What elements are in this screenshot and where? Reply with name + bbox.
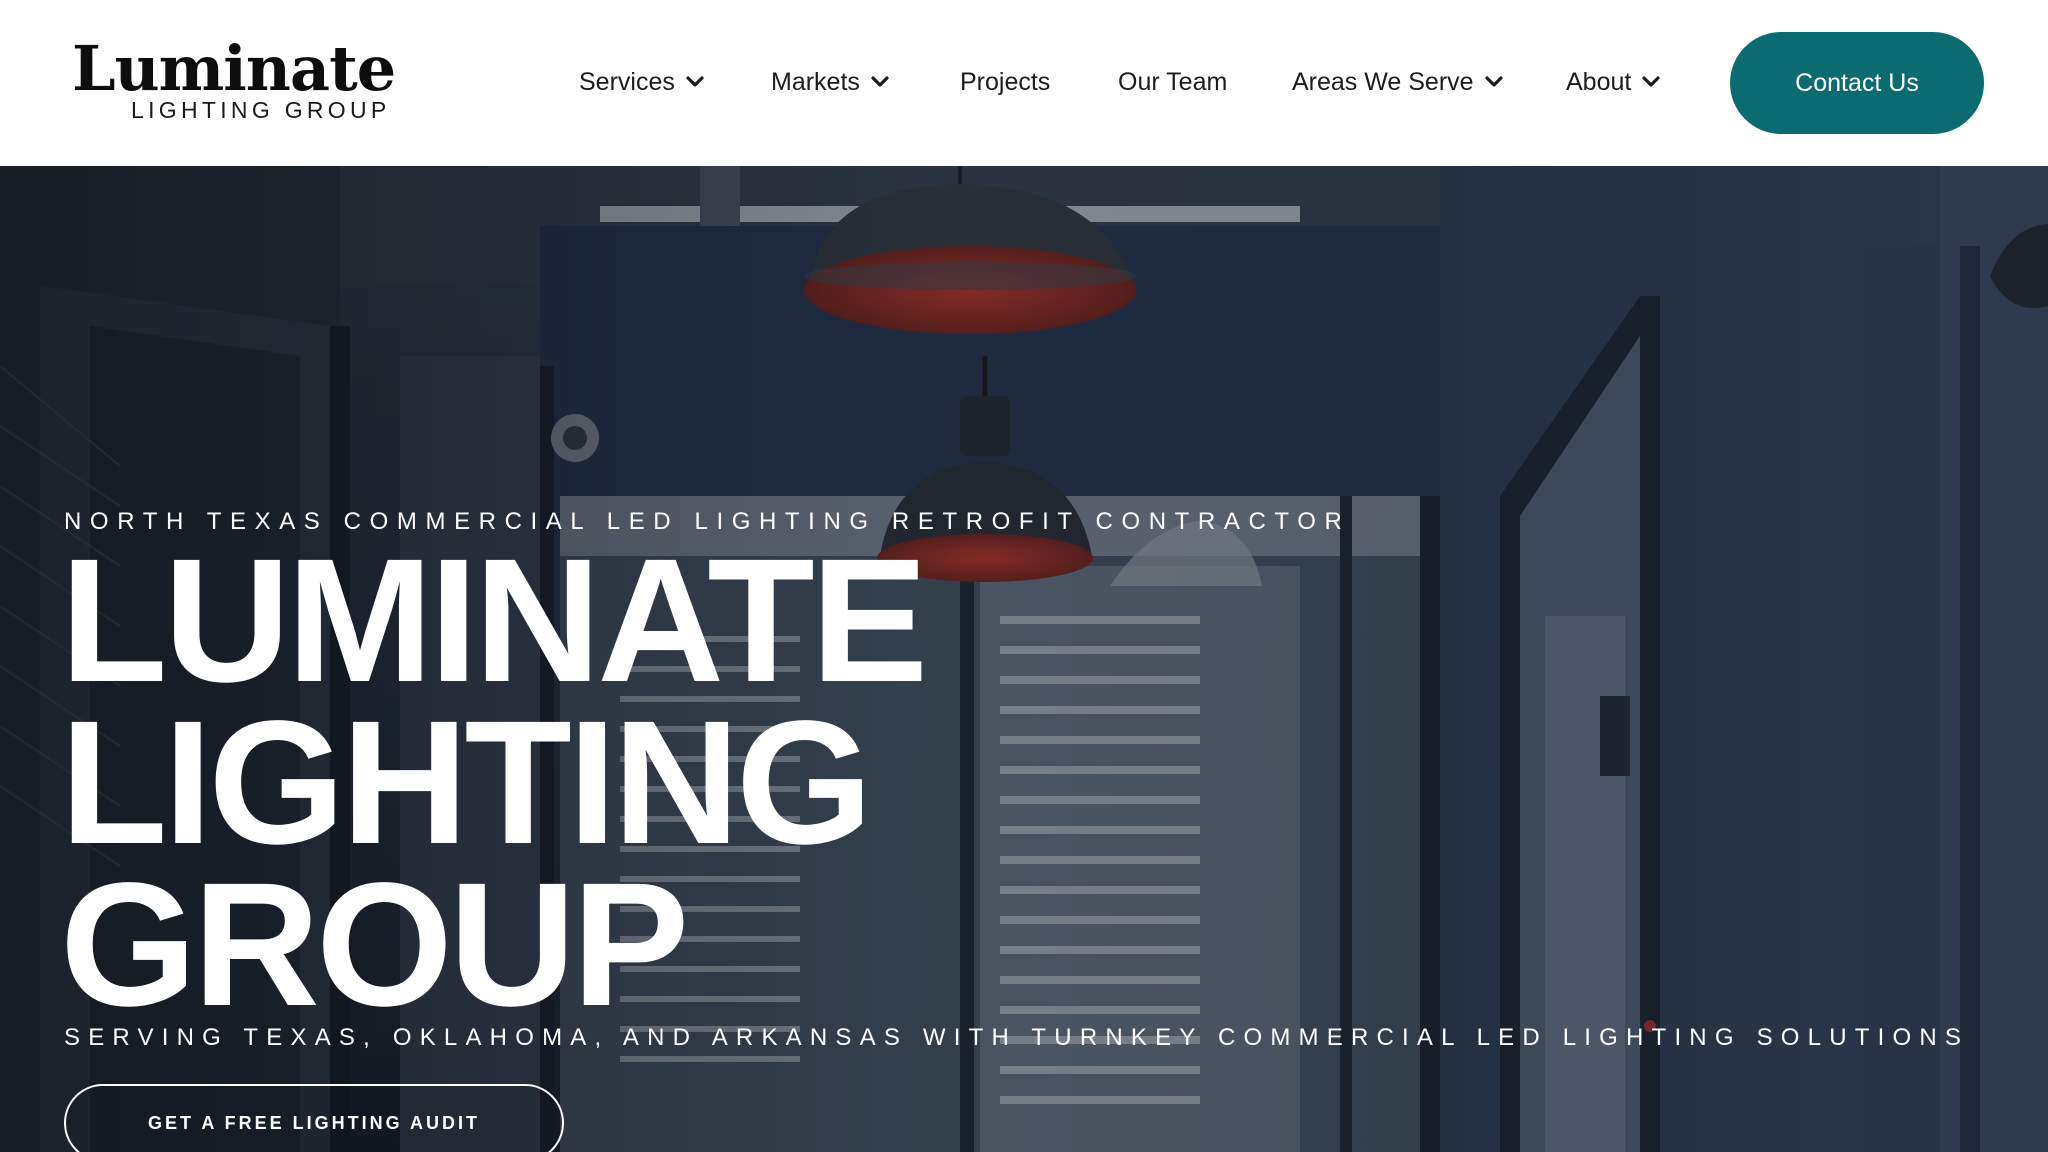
nav-item-label: Areas We Serve: [1292, 67, 1474, 96]
hero-tagline: SERVING TEXAS, OKLAHOMA, AND ARKANSAS WI…: [64, 1024, 1970, 1051]
hero-section: NORTH TEXAS COMMERCIAL LED LIGHTING RETR…: [0, 166, 2048, 1152]
nav-item-projects[interactable]: Projects: [960, 64, 1050, 100]
hero-title-line: LUMINATE: [60, 523, 928, 719]
nav-item-label: Projects: [960, 67, 1051, 96]
nav-item-label: Services: [579, 67, 675, 96]
site-header: Luminate LIGHTING GROUP Services Markets…: [0, 0, 2048, 166]
chevron-down-icon: [870, 75, 890, 89]
nav-item-label: About: [1566, 67, 1632, 96]
nav-item-areas-we-serve[interactable]: Areas We Serve: [1292, 64, 1504, 100]
nav-item-label: Markets: [771, 67, 860, 96]
chevron-down-icon: [1484, 75, 1504, 89]
chevron-down-icon: [1641, 75, 1661, 89]
free-lighting-audit-button[interactable]: GET A FREE LIGHTING AUDIT: [64, 1084, 564, 1152]
hero-title: LUMINATE LIGHTING GROUP: [60, 523, 928, 1043]
contact-us-button[interactable]: Contact Us: [1730, 32, 1984, 134]
hero-title-line: GROUP: [60, 847, 689, 1043]
nav-item-label: Our Team: [1118, 67, 1228, 96]
nav-item-services[interactable]: Services: [579, 64, 705, 100]
nav-item-our-team[interactable]: Our Team: [1118, 64, 1227, 100]
nav-item-about[interactable]: About: [1566, 64, 1661, 100]
nav-item-markets[interactable]: Markets: [771, 64, 890, 100]
hero-title-line: LIGHTING: [60, 685, 873, 881]
chevron-down-icon: [685, 75, 705, 89]
